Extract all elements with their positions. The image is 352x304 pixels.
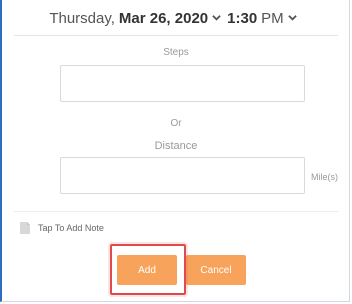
- time-selector[interactable]: 1:30: [227, 10, 257, 27]
- or-label: Or: [170, 118, 182, 129]
- add-note-label: Tap To Add Note: [38, 223, 104, 233]
- header-divider: [14, 35, 338, 36]
- distance-input[interactable]: [60, 157, 305, 194]
- weekday-label: Thursday,: [49, 9, 115, 27]
- distance-label: Distance: [154, 140, 198, 152]
- chevron-down-icon[interactable]: [212, 13, 221, 22]
- distance-unit: Mile(s): [311, 172, 338, 182]
- add-note-row[interactable]: Tap To Add Note: [20, 219, 104, 237]
- ampm-selector[interactable]: PM: [261, 10, 284, 27]
- date-time-header: Thursday, Mar 26, 2020 1:30 PM: [0, 0, 352, 36]
- steps-input[interactable]: [60, 65, 305, 102]
- steps-label: Steps: [163, 47, 189, 58]
- note-divider: [14, 211, 338, 212]
- chevron-down-icon[interactable]: [287, 13, 297, 22]
- add-button[interactable]: Add: [117, 255, 177, 285]
- cancel-button[interactable]: Cancel: [186, 255, 246, 285]
- date-selector[interactable]: Mar 26, 2020: [119, 10, 208, 27]
- note-icon: [20, 222, 30, 234]
